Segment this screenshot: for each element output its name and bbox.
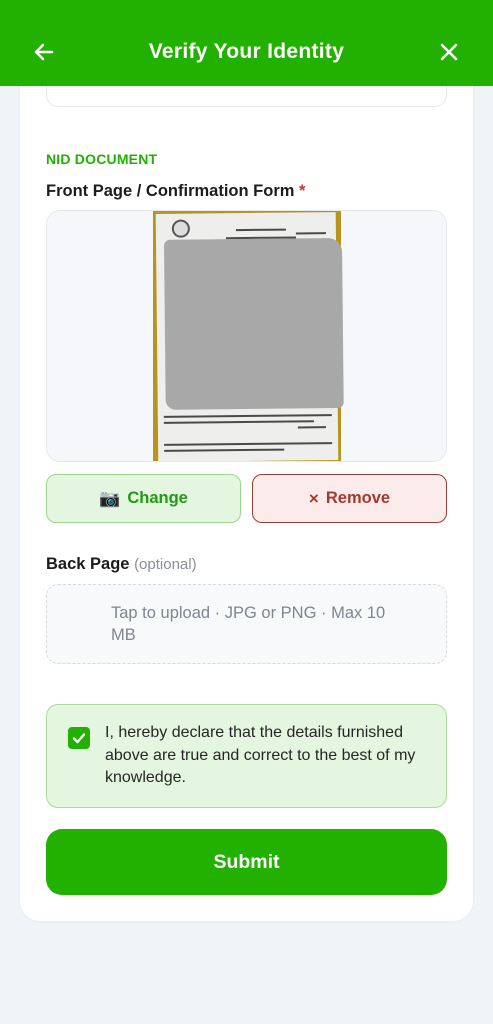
remove-button[interactable]: × Remove	[252, 474, 447, 523]
required-mark: *	[299, 182, 306, 200]
redacted-area	[163, 238, 344, 410]
emblem-icon	[171, 219, 190, 238]
declaration-text: I, hereby declare that the details furni…	[105, 724, 416, 786]
optional-text: (optional)	[134, 556, 197, 573]
declaration-checkbox[interactable]	[68, 727, 90, 749]
x-icon: ×	[308, 488, 319, 508]
declaration-box: I, hereby declare that the details furni…	[46, 704, 447, 808]
section-label: NID DOCUMENT	[46, 151, 158, 167]
camera-icon: 📷	[99, 488, 121, 508]
page-title: Verify Your Identity	[148, 40, 345, 63]
change-button[interactable]: 📷 Change	[46, 474, 241, 523]
remove-button-label: Remove	[325, 489, 391, 507]
front-page-preview	[46, 210, 447, 462]
submit-button-label: Submit	[213, 850, 280, 873]
back-page-label: Back Page (optional)	[46, 555, 197, 574]
back-page-upload[interactable]: Tap to upload · JPG or PNG · Max 10 MB	[46, 584, 447, 664]
app-header: Verify Your Identity	[0, 0, 493, 86]
document-photo	[153, 211, 344, 461]
close-icon[interactable]	[435, 38, 463, 66]
front-page-label: Front Page / Confirmation Form *	[46, 182, 305, 201]
back-page-label-text: Back Page	[46, 555, 130, 573]
change-button-label: Change	[127, 489, 188, 507]
document-paper	[155, 212, 344, 461]
checkmark-icon	[72, 733, 86, 744]
submit-button[interactable]: Submit	[46, 829, 447, 895]
upload-hint: Tap to upload · JPG or PNG · Max 10 MB	[111, 604, 386, 644]
front-page-label-text: Front Page / Confirmation Form	[46, 182, 295, 200]
